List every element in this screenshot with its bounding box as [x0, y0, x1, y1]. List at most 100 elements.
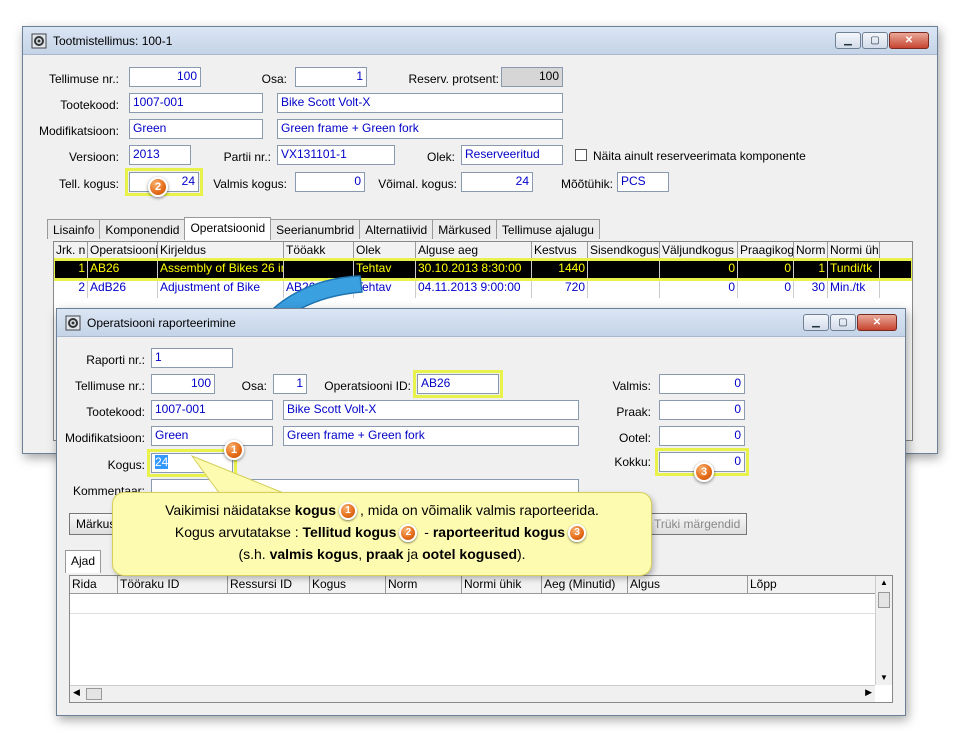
status-label: Olek:	[426, 150, 455, 164]
column-header[interactable]: Kestvus	[532, 242, 588, 259]
operation-id-field[interactable]: AB26	[413, 370, 503, 398]
minimize-button[interactable]: ▁	[803, 314, 829, 331]
scroll-left-icon[interactable]: ◀	[73, 687, 80, 698]
maximize-button[interactable]: ▢	[830, 314, 856, 331]
close-button[interactable]: ✕	[889, 32, 929, 49]
table-cell: 30.10.2013 8:30:00	[416, 260, 532, 279]
modification-label: Modifikatsioon:	[38, 124, 119, 138]
times-grid: Rida Tööraku ID Ressursi ID Kogus Norm Normi …	[69, 575, 893, 703]
scroll-thumb-h[interactable]	[86, 688, 102, 700]
column-header[interactable]: Alguse aeg	[416, 242, 532, 259]
close-button[interactable]: ✕	[857, 314, 897, 331]
part-field[interactable]: 1	[273, 374, 307, 394]
maximize-button[interactable]: ▢	[862, 32, 888, 49]
tab-seerianumbrid[interactable]: Seerianumbrid	[270, 219, 361, 239]
title-bar[interactable]: Operatsiooni raporteerimine ▁ ▢ ✕	[57, 309, 905, 337]
tab-alternatiivid[interactable]: Alternatiivid	[359, 219, 434, 239]
table-cell: 1440	[532, 260, 588, 279]
column-header[interactable]: Ressursi ID	[228, 576, 310, 593]
column-header[interactable]: Sisendkogus	[588, 242, 660, 259]
column-header[interactable]: Lõpp	[748, 576, 876, 593]
badge-1-icon: 1	[339, 502, 358, 521]
table-cell: 0	[660, 260, 738, 279]
quantity-label: Kogus:	[107, 458, 145, 472]
table-cell: 720	[532, 279, 588, 298]
tab-märkused[interactable]: Märkused	[432, 219, 497, 239]
modification-desc-field[interactable]: Green frame + Green fork	[283, 426, 579, 446]
product-code-field[interactable]: 1007-001	[129, 93, 263, 113]
window-title: Tootmistellimus: 100-1	[53, 34, 173, 48]
column-header[interactable]: Rida	[70, 576, 118, 593]
tab-lisainfo[interactable]: Lisainfo	[47, 219, 101, 239]
vertical-scrollbar[interactable]: ▲ ▼	[875, 576, 892, 685]
tab-komponendid[interactable]: Komponendid	[99, 219, 186, 239]
version-field[interactable]: 2013	[129, 145, 191, 165]
column-header[interactable]: Tööakk	[284, 242, 354, 259]
column-header[interactable]: Kirjeldus	[158, 242, 284, 259]
tab-tellimuse-ajalugu[interactable]: Tellimuse ajalugu	[495, 219, 600, 239]
column-header[interactable]: Normi ühik	[462, 576, 542, 593]
unreserved-only-checkbox[interactable]	[575, 149, 587, 161]
pending-field[interactable]: 0	[659, 426, 745, 446]
column-header[interactable]: Väljundkogus	[660, 242, 738, 259]
reserve-percent-label: Reserv. protsent:	[408, 72, 499, 86]
column-header[interactable]: Aeg (Minutid)	[542, 576, 628, 593]
title-bar[interactable]: Tootmistellimus: 100-1 ▁ ▢ ✕	[23, 27, 937, 55]
batch-no-field[interactable]: VX131101-1	[277, 145, 395, 165]
version-label: Versioon:	[68, 150, 119, 164]
ordered-qty-label: Tell. kogus:	[58, 177, 119, 191]
badge-2: 2	[148, 177, 168, 197]
product-name-field[interactable]: Bike Scott Volt-X	[283, 400, 579, 420]
unit-field[interactable]: PCS	[617, 172, 669, 192]
table-cell: 1	[794, 260, 828, 279]
scroll-down-icon[interactable]: ▼	[876, 671, 892, 685]
callout-line-1: Vaikimisi näidatakse kogus 1, mida on või…	[113, 499, 651, 521]
horizontal-scrollbar[interactable]: ◀ ▶	[70, 685, 875, 702]
table-cell: 04.11.2013 9:00:00	[416, 279, 532, 298]
order-no-field[interactable]: 100	[129, 67, 201, 87]
table-row[interactable]: 1 AB26 Assembly of Bikes 26 in Tehtav 30.10.…	[54, 258, 912, 281]
finished-field[interactable]: 0	[659, 374, 745, 394]
column-header[interactable]: Operatsiooni	[88, 242, 158, 259]
column-header[interactable]: Olek	[354, 242, 416, 259]
modification-desc-field[interactable]: Green frame + Green fork	[277, 119, 563, 139]
column-header[interactable]: Jrk. n	[54, 242, 88, 259]
table-row[interactable]: 2 AdB26 Adjustment of Bike AB26 Tehtav 04.11.…	[54, 279, 912, 298]
table-cell: AdB26	[88, 279, 158, 298]
table-row[interactable]	[70, 594, 892, 614]
product-name-field[interactable]: Bike Scott Volt-X	[277, 93, 563, 113]
column-header[interactable]: Norm	[386, 576, 462, 593]
order-no-label: Tellimuse nr.:	[74, 379, 145, 393]
print-labels-button[interactable]: Trüki märgendid	[647, 513, 747, 535]
status-field[interactable]: Reserveeritud	[461, 145, 563, 165]
product-code-field[interactable]: 1007-001	[151, 400, 273, 420]
column-header[interactable]: Tööraku ID	[118, 576, 228, 593]
part-field[interactable]: 1	[295, 67, 367, 87]
scroll-thumb[interactable]	[878, 592, 890, 608]
column-header[interactable]: Normi üh	[828, 242, 880, 259]
column-header[interactable]: Algus	[628, 576, 748, 593]
grid-header: Rida Tööraku ID Ressursi ID Kogus Norm Normi …	[70, 576, 892, 594]
table-cell: AB26	[88, 260, 158, 279]
column-header[interactable]: Norm	[794, 242, 828, 259]
scroll-right-icon[interactable]: ▶	[865, 687, 872, 698]
badge-3: 3	[694, 462, 714, 482]
possible-qty-field[interactable]: 24	[461, 172, 533, 192]
tab-ajad[interactable]: Ajad	[65, 550, 102, 573]
modification-field[interactable]: Green	[129, 119, 263, 139]
report-no-field[interactable]: 1	[151, 348, 233, 368]
order-no-field[interactable]: 100	[151, 374, 215, 394]
tab-operatsioonid[interactable]: Operatsioonid	[184, 217, 272, 240]
table-cell: 0	[660, 279, 738, 298]
part-label: Osa:	[241, 379, 267, 393]
finished-qty-field[interactable]: 0	[295, 172, 365, 192]
minimize-button[interactable]: ▁	[835, 32, 861, 49]
finished-label: Valmis:	[612, 379, 651, 393]
column-header[interactable]: Praagikog	[738, 242, 794, 259]
modification-field[interactable]: Green	[151, 426, 273, 446]
scroll-up-icon[interactable]: ▲	[876, 576, 892, 590]
scrap-label: Praak:	[616, 405, 651, 419]
scrap-field[interactable]: 0	[659, 400, 745, 420]
column-header[interactable]: Kogus	[310, 576, 386, 593]
finished-qty-label: Valmis kogus:	[213, 177, 287, 191]
